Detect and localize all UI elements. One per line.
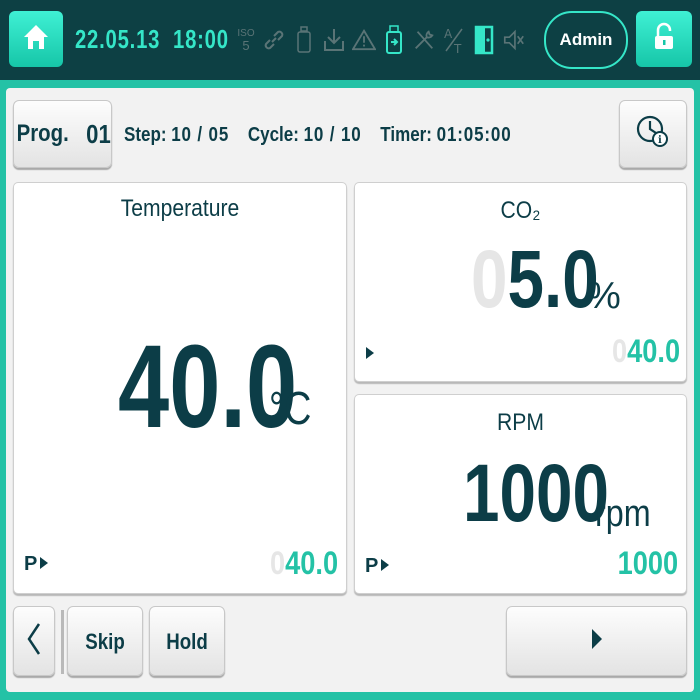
co2-indicator <box>365 343 375 366</box>
content-area: Prog. 01 Step: 10 / 05 Cycle: 10 / 10 Ti… <box>6 88 694 692</box>
program-button[interactable]: Prog. 01 <box>13 100 112 168</box>
a-over-t-icon: AT <box>442 22 466 58</box>
unlocked-padlock-icon <box>652 22 676 57</box>
time-text: 18:00 <box>173 24 229 54</box>
hold-label: Hold <box>166 629 208 654</box>
co2-unit: % <box>587 275 621 317</box>
cycle-value: 10 / 10 <box>303 124 362 146</box>
program-status-line: Step: 10 / 05 Cycle: 10 / 10 Timer: 01:0… <box>124 124 512 147</box>
temperature-setpoint-ghost: 0 <box>269 545 286 581</box>
date-text: 22.05.13 <box>75 24 161 54</box>
rpm-p-label: P <box>365 555 379 577</box>
play-arrow-icon <box>365 343 375 366</box>
co2-tile[interactable]: CO₂ 05.0 % 040.0 <box>354 182 687 382</box>
rpm-program-indicator: P <box>365 555 390 578</box>
co2-setpoint-value: 40.0 <box>627 333 680 369</box>
play-arrow-icon <box>590 628 604 655</box>
lock-button[interactable] <box>636 11 692 67</box>
status-icon-bar: ISO 5 AT <box>236 22 526 58</box>
rpm-tile[interactable]: RPM 1000 rpm P 1000 <box>354 394 687 594</box>
step-info: Step: 10 / 05 <box>124 124 229 147</box>
temperature-tile[interactable]: Temperature 40.0 °C P 040.0 <box>13 182 347 594</box>
warning-icon <box>352 22 376 58</box>
step-value: 10 / 05 <box>171 124 230 146</box>
skip-label: Skip <box>85 629 125 654</box>
back-button[interactable] <box>13 606 55 676</box>
play-arrow-icon <box>39 553 49 576</box>
temperature-program-indicator: P <box>24 553 49 576</box>
temperature-p-label: P <box>24 553 38 575</box>
program-number: 01 <box>85 118 111 149</box>
hold-button[interactable]: Hold <box>149 606 225 676</box>
program-label: Prog. <box>16 120 70 147</box>
rpm-unit: rpm <box>595 493 651 535</box>
co2-setpoint-ghost: 0 <box>611 333 628 369</box>
clock-info-icon: i <box>633 112 673 157</box>
divider <box>61 610 64 674</box>
rpm-setpoint: 1000 <box>617 545 678 581</box>
svg-text:i: i <box>658 135 662 146</box>
temperature-unit: °C <box>269 382 312 434</box>
bottle-icon <box>292 22 316 58</box>
svg-text:T: T <box>453 42 462 55</box>
co2-value: 5.0 <box>507 234 599 325</box>
co2-value-display: 05.0 <box>471 233 599 327</box>
co2-title: CO₂ <box>500 197 541 224</box>
co2-value-ghost: 0 <box>471 234 508 325</box>
cycle-info: Cycle: 10 / 10 <box>248 124 362 147</box>
timer-info: Timer: 01:05:00 <box>380 124 511 147</box>
admin-button[interactable]: Admin <box>544 11 628 69</box>
iso-class-icon: ISO 5 <box>236 22 256 58</box>
date-time: 22.05.13 18:00 <box>75 24 229 55</box>
home-button[interactable] <box>9 11 63 67</box>
next-button[interactable] <box>506 606 687 676</box>
play-arrow-icon <box>380 555 390 578</box>
rpm-title: RPM <box>497 409 544 436</box>
link-icon <box>262 22 286 58</box>
iso-class-value: 5 <box>242 38 250 53</box>
temperature-title: Temperature <box>120 195 240 222</box>
co2-setpoint: 040.0 <box>612 333 680 370</box>
skip-button[interactable]: Skip <box>67 606 143 676</box>
chevron-left-icon <box>26 622 42 661</box>
door-icon <box>472 22 496 58</box>
admin-label: Admin <box>559 30 613 49</box>
main-panel: Prog. 01 Step: 10 / 05 Cycle: 10 / 10 Ti… <box>0 80 700 700</box>
timer-label: Timer: <box>380 124 432 146</box>
svg-text:A: A <box>444 27 453 41</box>
usb-icon <box>382 22 406 58</box>
temperature-setpoint: 040.0 <box>270 545 338 582</box>
tools-icon <box>412 22 436 58</box>
temperature-setpoint-value: 40.0 <box>285 545 338 581</box>
home-icon <box>23 23 49 56</box>
mute-icon <box>502 22 526 58</box>
step-label: Step: <box>124 124 167 146</box>
timer-value: 01:05:00 <box>436 124 512 146</box>
clock-info-button[interactable]: i <box>619 100 687 168</box>
top-bar: 22.05.13 18:00 ISO 5 AT Admin <box>0 0 700 80</box>
cycle-label: Cycle: <box>247 124 299 146</box>
rpm-value: 1000 <box>463 448 609 539</box>
download-icon <box>322 22 346 58</box>
